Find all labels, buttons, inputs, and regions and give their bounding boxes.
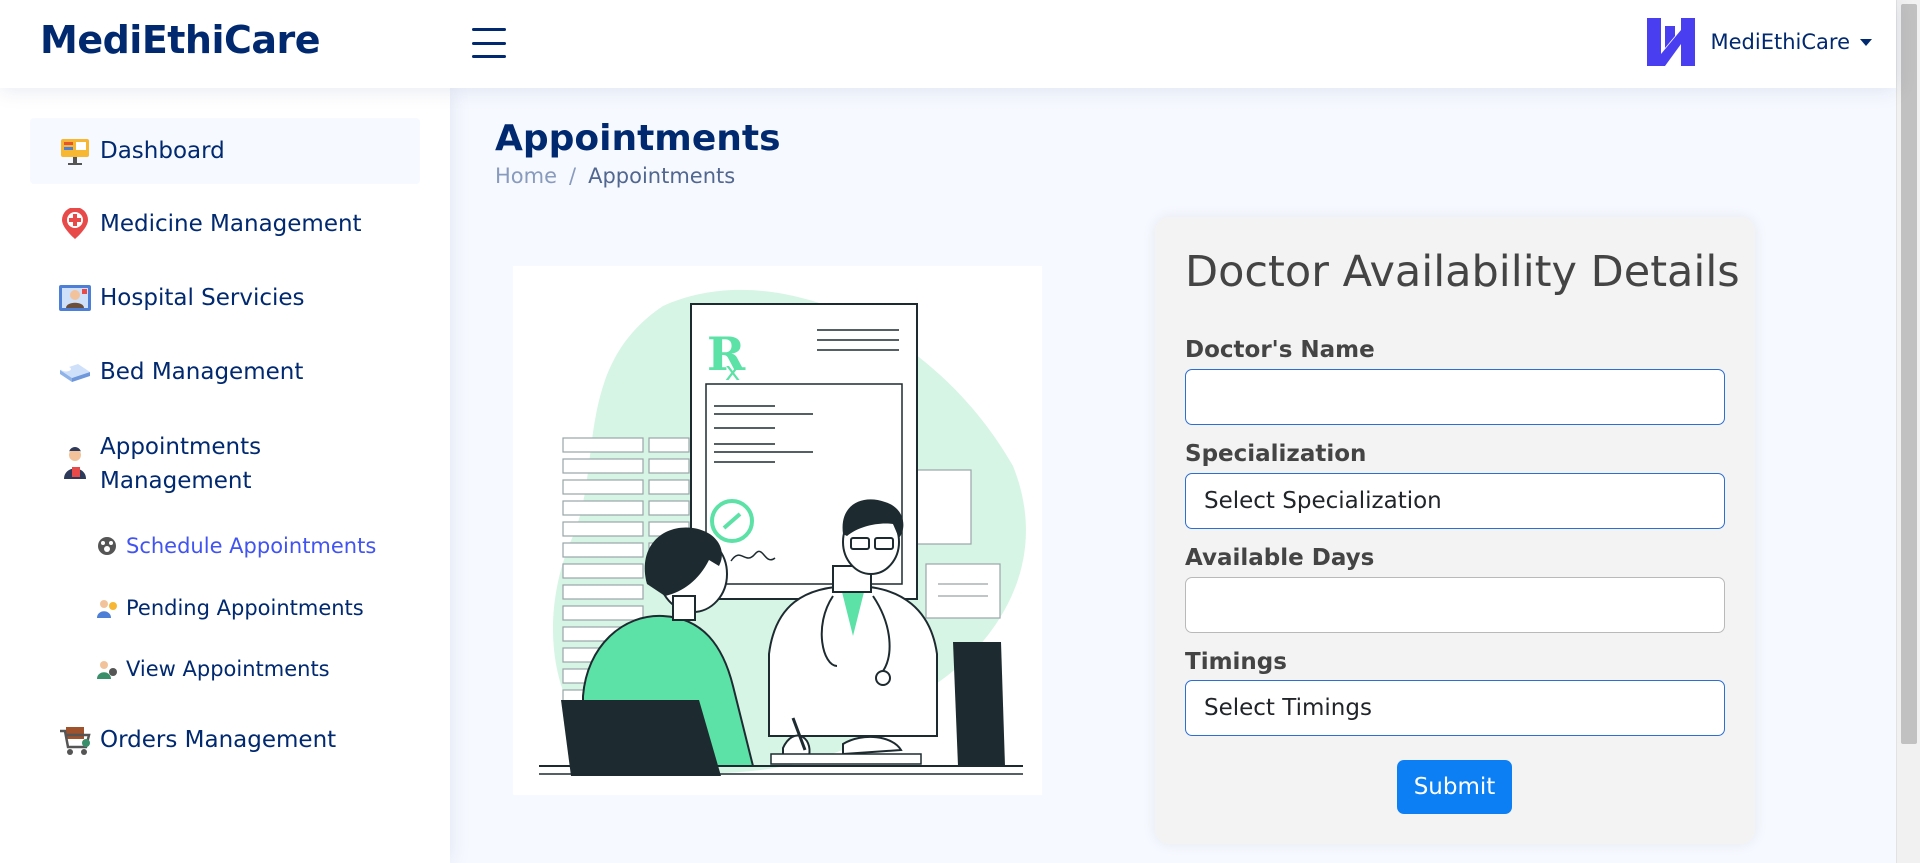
sidebar-item-label: Orders Management	[100, 727, 337, 753]
timings-select[interactable]: Select Timings	[1185, 680, 1725, 736]
sidebar-item-medicine-management[interactable]: Medicine Management	[30, 202, 420, 246]
profile-name: MediEthiCare	[1710, 30, 1850, 54]
view-icon	[97, 661, 117, 679]
sidebar-item-label: Dashboard	[100, 138, 225, 164]
sidebar-item-dashboard[interactable]: Dashboard	[30, 118, 420, 184]
specialization-select[interactable]: Select Specialization	[1185, 473, 1725, 529]
dashboard-icon	[58, 134, 92, 168]
doctor-consultation-illustration: R x	[513, 266, 1042, 795]
bed-icon	[58, 355, 92, 389]
breadcrumb-current: Appointments	[588, 164, 736, 188]
top-header: MediEthiCare MediEthiCare	[0, 0, 1896, 88]
sidebar-item-label: Hospital Servicies	[100, 285, 305, 311]
sidebar-item-label: Appointments Management	[100, 430, 261, 498]
subnav-schedule-appointments[interactable]: Schedule Appointments	[96, 534, 376, 558]
page-title: Appointments	[495, 118, 781, 159]
medicine-icon	[58, 207, 92, 241]
profile-dropdown[interactable]: MediEthiCare	[1645, 16, 1872, 68]
brand-logo-icon	[1646, 18, 1695, 66]
subnav-label: Schedule Appointments	[126, 534, 377, 558]
breadcrumb-separator: /	[569, 164, 577, 188]
illustration-image: R x	[539, 289, 1026, 776]
available-days-input[interactable]	[1185, 577, 1725, 633]
doctor-name-label: Doctor's Name	[1185, 337, 1375, 363]
app-logo-text[interactable]: MediEthiCare	[40, 18, 321, 62]
page-scrollbar[interactable]	[1896, 0, 1920, 863]
subnav-label: View Appointments	[126, 657, 330, 681]
form-title: Doctor Availability Details	[1185, 247, 1740, 297]
sidebar-item-label: Bed Management	[100, 359, 304, 385]
svg-text:x: x	[725, 357, 740, 387]
sidebar-item-orders-management[interactable]: Orders Management	[30, 718, 420, 762]
cart-icon	[58, 723, 92, 757]
available-days-label: Available Days	[1185, 545, 1375, 571]
menu-toggle-icon[interactable]	[472, 28, 506, 58]
appointments-icon	[58, 447, 92, 481]
pending-icon	[97, 600, 117, 618]
subnav-label: Pending Appointments	[126, 596, 364, 620]
subnav-view-appointments[interactable]: View Appointments	[96, 657, 330, 681]
scrollbar-thumb[interactable]	[1901, 4, 1917, 744]
sidebar-item-hospital-services[interactable]: Hospital Servicies	[30, 276, 420, 320]
sidebar: Dashboard Medicine Management Hospital S…	[0, 88, 450, 863]
breadcrumb-home-link[interactable]: Home	[495, 164, 557, 188]
sidebar-item-bed-management[interactable]: Bed Management	[30, 350, 420, 394]
chevron-down-icon	[1860, 38, 1872, 46]
breadcrumb: Home / Appointments	[495, 164, 735, 188]
sidebar-item-label: Medicine Management	[100, 211, 362, 237]
specialization-label: Specialization	[1185, 441, 1367, 467]
hospital-icon	[58, 281, 92, 315]
sidebar-item-label-line2: Management	[100, 468, 252, 494]
sidebar-item-appointments-management[interactable]: Appointments Management	[30, 426, 420, 502]
doctor-availability-form: Doctor Availability Details Doctor's Nam…	[1155, 217, 1755, 844]
doctor-name-input[interactable]	[1185, 369, 1725, 425]
submit-button[interactable]: Submit	[1397, 760, 1512, 814]
sidebar-item-label-line1: Appointments	[100, 434, 262, 460]
schedule-icon	[98, 537, 116, 555]
timings-label: Timings	[1185, 649, 1287, 675]
subnav-pending-appointments[interactable]: Pending Appointments	[96, 596, 364, 620]
